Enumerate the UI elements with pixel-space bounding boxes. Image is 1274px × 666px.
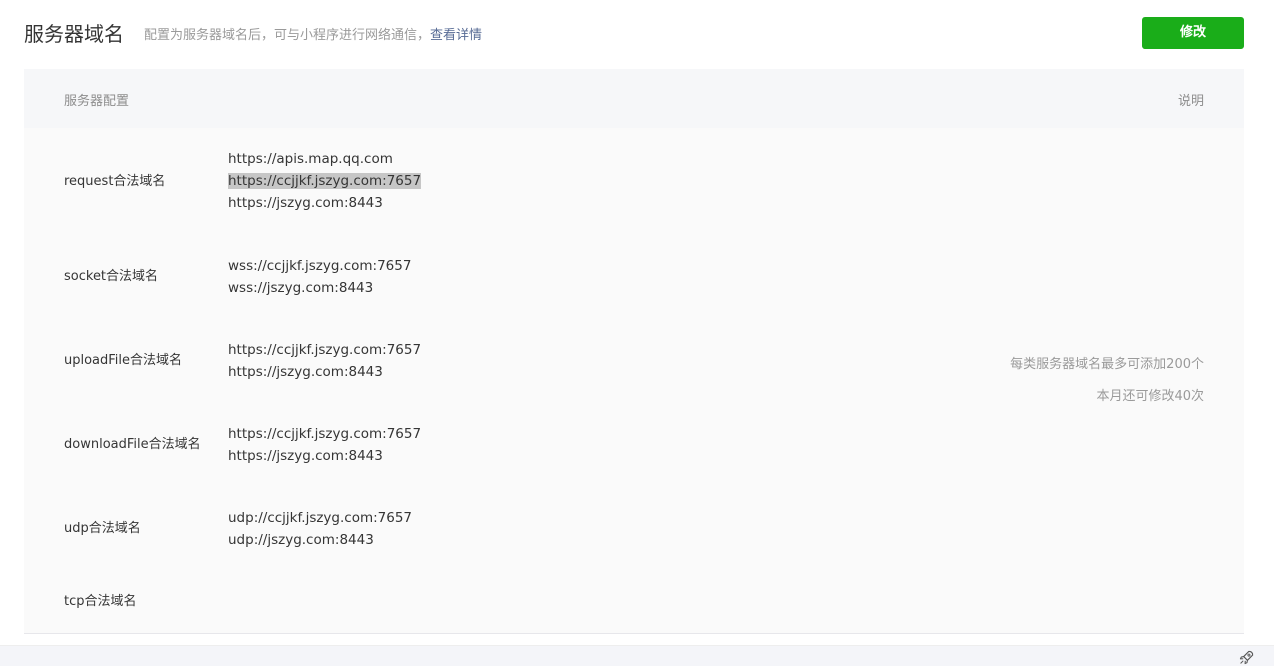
row-label-tcp: tcp合法域名 <box>64 594 137 609</box>
header-description-text: 配置为服务器域名后，可与小程序进行网络通信， <box>144 28 431 43</box>
note-domain-limit: 每类服务器域名最多可添加200个 <box>1010 357 1204 372</box>
row-label-uploadfile: uploadFile合法域名 <box>64 353 183 368</box>
row-values-request: https://apis.map.qq.com https://ccjjkf.j… <box>228 148 422 214</box>
domain-value: https://apis.map.qq.com <box>228 151 393 167</box>
row-label-udp: udp合法域名 <box>64 521 141 536</box>
domain-value: https://jszyg.com:8443 <box>228 364 383 380</box>
domain-value: udp://ccjjkf.jszyg.com:7657 <box>228 510 413 526</box>
column-header-config: 服务器配置 <box>64 94 130 109</box>
column-header-description: 说明 <box>1177 94 1204 109</box>
domain-value: wss://jszyg.com:8443 <box>228 280 374 296</box>
domain-value: https://jszyg.com:8443 <box>228 448 383 464</box>
page-title: 服务器域名 <box>24 22 124 46</box>
row-values-downloadfile: https://ccjjkf.jszyg.com:7657 https://js… <box>228 423 421 467</box>
row-values-uploadfile: https://ccjjkf.jszyg.com:7657 https://js… <box>228 339 421 383</box>
domain-value: https://ccjjkf.jszyg.com:7657 <box>228 426 422 442</box>
footer-bar <box>0 645 1274 666</box>
row-label-request: request合法域名 <box>64 174 166 189</box>
domain-value: wss://ccjjkf.jszyg.com:7657 <box>228 258 412 274</box>
server-domain-page: 服务器域名 配置为服务器域名后，可与小程序进行网络通信，查看详情 修改 服务器配… <box>0 0 1274 666</box>
row-values-socket: wss://ccjjkf.jszyg.com:7657 wss://jszyg.… <box>228 255 411 299</box>
view-details-link[interactable]: 查看详情 <box>430 28 482 43</box>
header: 服务器域名 配置为服务器域名后，可与小程序进行网络通信，查看详情 修改 <box>24 17 1244 51</box>
table-header: 服务器配置 说明 <box>24 69 1244 128</box>
server-config-table: 服务器配置 说明 request合法域名 https://apis.map.qq… <box>24 69 1244 634</box>
edit-button[interactable]: 修改 <box>1142 17 1244 49</box>
domain-value-selected: https://ccjjkf.jszyg.com:7657 <box>228 173 422 189</box>
row-label-socket: socket合法域名 <box>64 269 159 284</box>
row-label-downloadfile: downloadFile合法域名 <box>64 437 201 452</box>
domain-value: https://ccjjkf.jszyg.com:7657 <box>228 342 422 358</box>
domain-value: https://jszyg.com:8443 <box>228 195 383 211</box>
row-values-udp: udp://ccjjkf.jszyg.com:7657 udp://jszyg.… <box>228 507 412 551</box>
note-modify-remaining: 本月还可修改40次 <box>1096 389 1204 404</box>
domain-value: udp://jszyg.com:8443 <box>228 532 374 548</box>
header-description: 配置为服务器域名后，可与小程序进行网络通信，查看详情 <box>144 27 482 45</box>
rocket-icon[interactable] <box>1239 650 1254 665</box>
